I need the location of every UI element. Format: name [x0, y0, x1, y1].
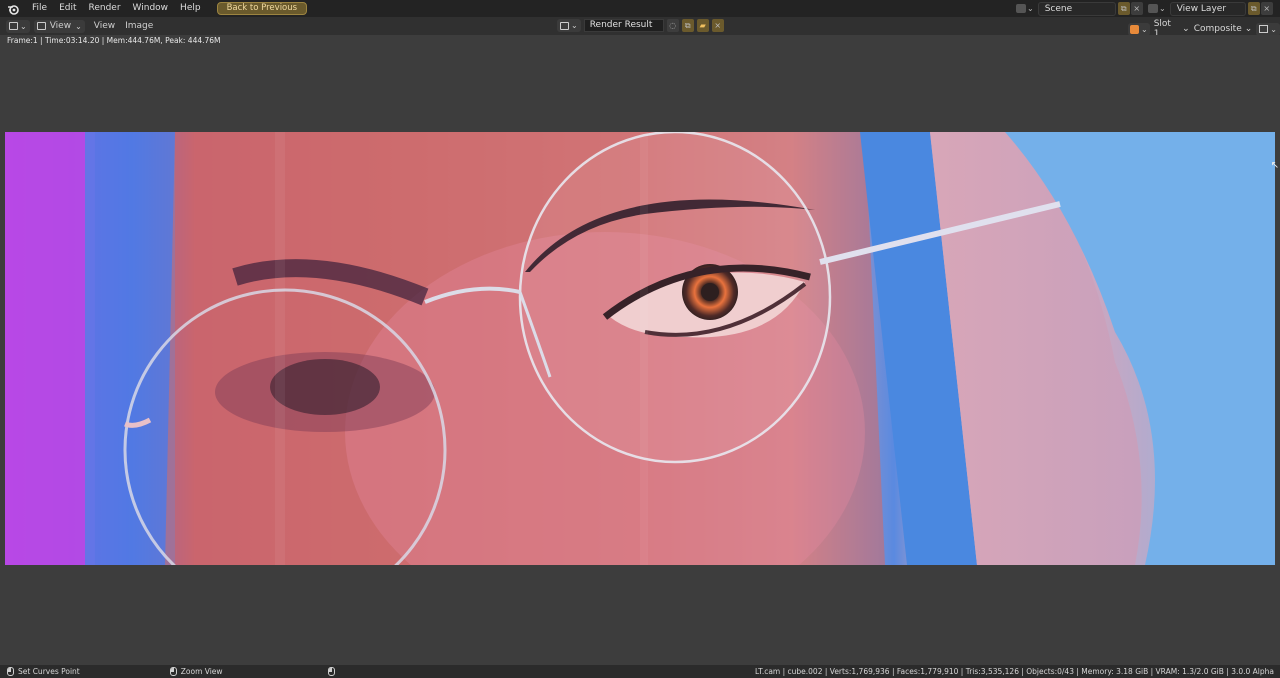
- composite-label: Composite: [1193, 24, 1242, 34]
- menu-help[interactable]: Help: [174, 0, 207, 17]
- scene-icon: [1016, 4, 1026, 13]
- status-hint-set-curves: Set Curves Point: [7, 667, 80, 676]
- close-icon: ×: [1133, 4, 1141, 13]
- copy-icon: ⧉: [1120, 3, 1127, 13]
- image-viewport[interactable]: ↖: [0, 47, 1280, 665]
- mouse-cursor-icon: ↖: [1270, 160, 1279, 171]
- image-icon: [36, 22, 46, 30]
- fake-user-button[interactable]: ◌: [666, 19, 679, 32]
- composite-dropdown[interactable]: Composite ⌄: [1194, 24, 1253, 34]
- render-result-image: [5, 132, 1275, 565]
- scene-statistics: LT.cam | cube.002 | Verts:1,769,936 | Fa…: [754, 667, 1274, 676]
- mouse-middle-icon: [169, 667, 177, 676]
- scene-type-dropdown[interactable]: ⌄: [1016, 4, 1034, 13]
- copy-icon: ⧉: [684, 20, 691, 30]
- chevron-down-icon: ⌄: [1244, 24, 1253, 34]
- new-scene-button[interactable]: ⧉: [1117, 2, 1130, 15]
- menu-window[interactable]: Window: [127, 0, 175, 17]
- status-hint-zoom: Zoom View: [169, 667, 223, 676]
- chevron-down-icon: ⌄: [75, 21, 82, 31]
- status-bar: Set Curves Point Zoom View LT.cam | cube…: [0, 665, 1280, 678]
- image-browser: ⌄ Render Result ◌ ⧉ ▰ ×: [557, 19, 724, 32]
- chevron-down-icon: ⌄: [20, 21, 27, 31]
- chevron-down-icon: ⌄: [1141, 24, 1148, 34]
- back-to-previous-button[interactable]: Back to Previous: [216, 2, 308, 15]
- scene-selector: ⌄ Scene ⧉ ×: [1016, 1, 1143, 16]
- chevron-down-icon: ⌄: [1159, 4, 1166, 13]
- delete-scene-button[interactable]: ×: [1130, 2, 1143, 15]
- render-slot-dropdown[interactable]: ⌄: [1128, 22, 1150, 36]
- copy-icon: ⧉: [1250, 3, 1257, 13]
- render-slot-icon: [1130, 24, 1139, 34]
- new-view-layer-button[interactable]: ⧉: [1247, 2, 1260, 15]
- chevron-down-icon: ⌄: [1270, 24, 1277, 34]
- view-mode-label: View: [49, 21, 72, 31]
- display-channels-dropdown[interactable]: ⌄: [1256, 22, 1280, 36]
- top-menu-bar: File Edit Render Window Help Back to Pre…: [0, 0, 1280, 17]
- status-hint-context: [327, 667, 335, 676]
- close-icon: ×: [1263, 4, 1271, 13]
- image-browse-dropdown[interactable]: ⌄: [557, 19, 581, 32]
- render-info-line: Frame:1 | Time:03:14.20 | Mem:444.76M, P…: [0, 35, 1280, 47]
- mouse-left-icon: [7, 667, 14, 676]
- view-layer-selector: ⌄ View Layer ⧉ ×: [1148, 1, 1273, 16]
- scene-name-field[interactable]: Scene: [1037, 1, 1116, 16]
- menu-file[interactable]: File: [26, 0, 53, 17]
- channels-icon: [1259, 25, 1269, 33]
- chevron-down-icon: ⌄: [1027, 4, 1034, 13]
- status-hint-label: Set Curves Point: [18, 667, 80, 676]
- editor-type-icon: [9, 22, 18, 30]
- chevron-down-icon: ⌄: [571, 21, 578, 30]
- blender-logo-icon[interactable]: [6, 2, 20, 16]
- status-hint-label: Zoom View: [180, 667, 223, 676]
- unlink-image-button[interactable]: ×: [711, 19, 724, 32]
- folder-icon: ▰: [699, 21, 706, 30]
- view-layer-icon: [1148, 4, 1158, 13]
- image-icon: [560, 21, 569, 30]
- view-layer-name-field[interactable]: View Layer: [1169, 1, 1246, 16]
- menu-render[interactable]: Render: [83, 0, 127, 17]
- mouse-right-icon: [327, 667, 335, 676]
- new-image-button[interactable]: ⧉: [681, 19, 694, 32]
- image-name-field[interactable]: Render Result: [583, 19, 664, 32]
- menu-edit[interactable]: Edit: [53, 0, 82, 17]
- image-editor-header: ⌄ View ⌄ View Image ⌄ Render Result ◌ ⧉ ▰…: [0, 17, 1280, 39]
- editor-type-dropdown[interactable]: ⌄: [6, 19, 30, 33]
- view-mode-dropdown[interactable]: View ⌄: [33, 19, 85, 33]
- shield-icon: ◌: [669, 21, 677, 30]
- open-image-button[interactable]: ▰: [696, 19, 709, 32]
- view-layer-type-dropdown[interactable]: ⌄: [1148, 4, 1166, 13]
- close-icon: ×: [714, 21, 722, 30]
- menu-image[interactable]: Image: [120, 21, 158, 31]
- menu-view[interactable]: View: [89, 21, 120, 31]
- delete-view-layer-button[interactable]: ×: [1260, 2, 1273, 15]
- chevron-down-icon: ⌄: [1182, 24, 1190, 34]
